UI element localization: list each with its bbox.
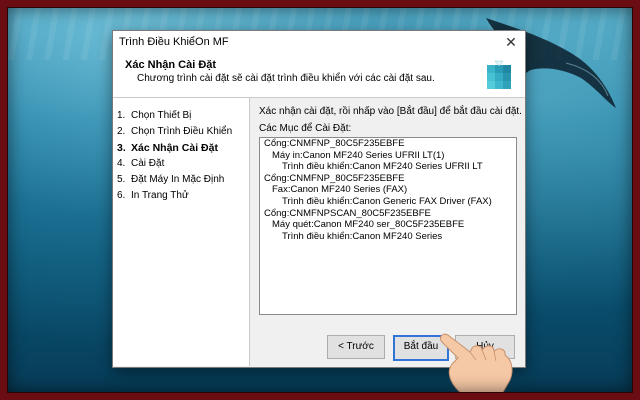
steps-pane: 1. Chọn Thiết Bị 2. Chọn Trình Điều Khiển … bbox=[113, 98, 250, 366]
steps-list: 1. Chọn Thiết Bị 2. Chọn Trình Điều Khiển … bbox=[117, 108, 232, 204]
pointing-hand-icon bbox=[439, 333, 513, 395]
step-item: 6. In Trang Thử bbox=[117, 190, 189, 201]
list-item: Trình điều khiển:Canon Generic FAX Drive… bbox=[282, 195, 492, 207]
list-item: Máy quét:Canon MF240 ser_80C5F235EBFE bbox=[272, 219, 465, 231]
list-item: Trình điều khiển:Canon MF240 Series bbox=[282, 230, 443, 242]
back-button[interactable]: < Trước bbox=[327, 335, 385, 359]
step-item: 4. Cài Đặt bbox=[117, 158, 165, 169]
step-item: 1. Chọn Thiết Bị bbox=[117, 110, 192, 121]
list-item: Fax:Canon MF240 Series (FAX) bbox=[272, 184, 408, 196]
close-icon[interactable]: ✕ bbox=[503, 31, 519, 53]
items-listbox[interactable]: Cổng:CNMFNP_80C5F235EBFE Máy in:Canon MF… bbox=[259, 137, 517, 315]
list-item: Cổng:CNMFNP_80C5F235EBFE bbox=[264, 138, 405, 149]
installer-dialog: Trình Điều KhiểOn MF ✕ Xác Nhận Cài Đặt … bbox=[112, 30, 526, 368]
dialog-header: Xác Nhận Cài Đặt Chương trình cài đặt sẽ… bbox=[113, 53, 525, 98]
list-item: Cổng:CNMFNPSCAN_80C5F235EBFE bbox=[264, 207, 431, 219]
header-title: Xác Nhận Cài Đặt bbox=[125, 59, 217, 71]
title-bar: Trình Điều KhiểOn MF ✕ bbox=[113, 31, 525, 53]
step-item-active: 3. Xác Nhận Cài Đặt bbox=[117, 142, 218, 154]
list-item: Cổng:CNMFNP_80C5F235EBFE bbox=[264, 172, 405, 184]
instruction-text: Xác nhận cài đặt, rồi nhấp vào [Bắt đầu]… bbox=[259, 106, 522, 117]
list-item: Máy in:Canon MF240 Series UFRII LT(1) bbox=[272, 149, 445, 161]
window-title: Trình Điều KhiểOn MF bbox=[119, 36, 229, 48]
step-item: 5. Đặt Máy In Mặc Định bbox=[117, 174, 225, 185]
step-item: 2. Chọn Trình Điều Khiển bbox=[117, 126, 233, 137]
items-list-label: Các Mục để Cài Đặt: bbox=[259, 123, 352, 134]
list-item: Trình điều khiển:Canon MF240 Series UFRI… bbox=[282, 161, 483, 173]
header-subtitle: Chương trình cài đặt sẽ cài đặt trình đi… bbox=[137, 73, 435, 84]
install-package-icon bbox=[487, 60, 511, 89]
